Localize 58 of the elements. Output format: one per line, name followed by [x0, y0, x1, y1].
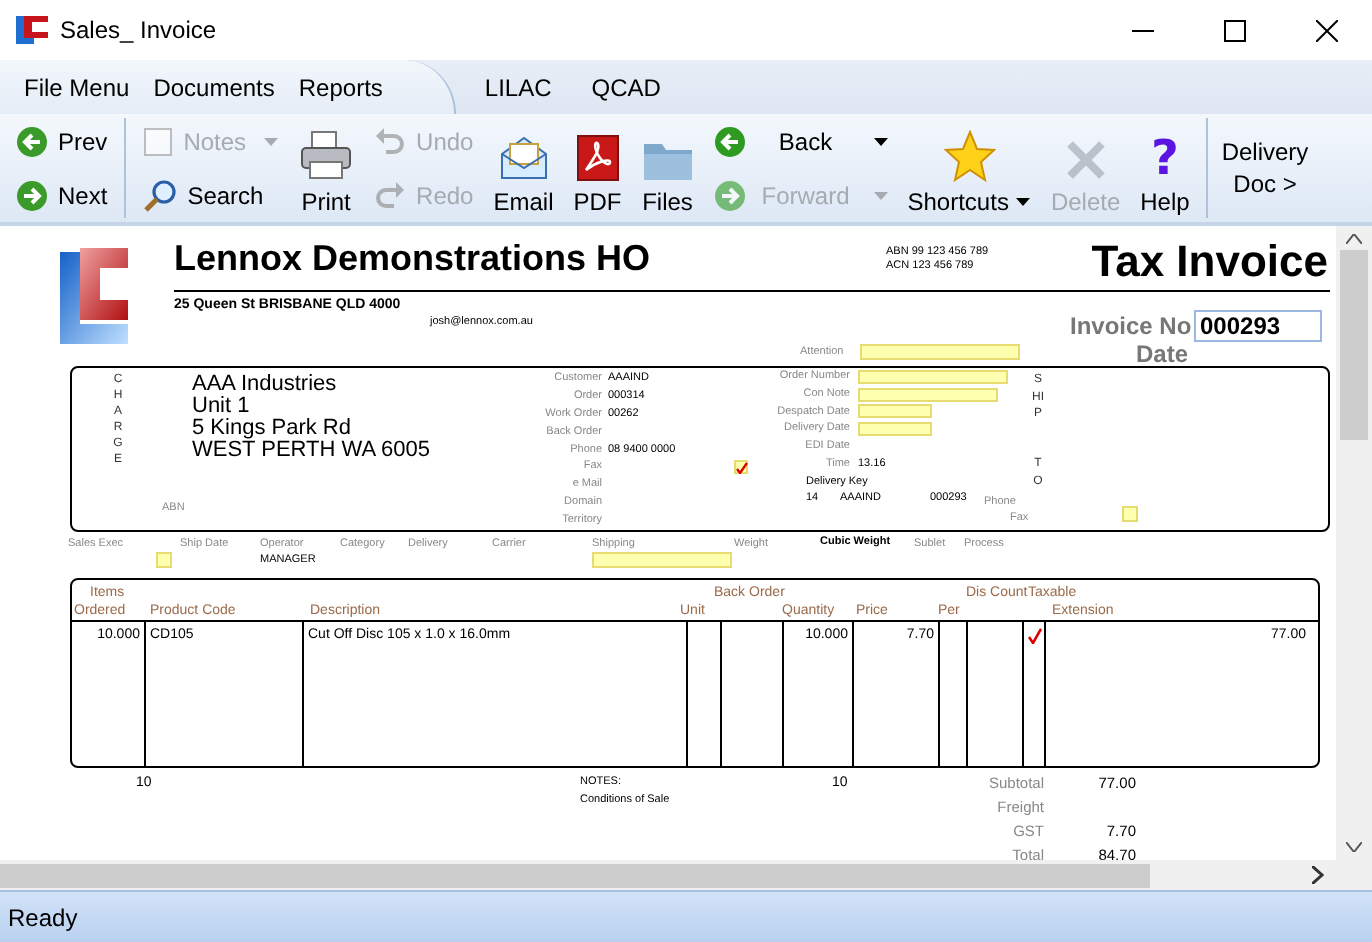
scroll-thumb[interactable]	[0, 864, 1150, 888]
input-field[interactable]	[858, 387, 998, 402]
button-label: Forward	[759, 181, 852, 209]
invoice-number-field: 000293	[1194, 310, 1322, 342]
input-field[interactable]	[858, 369, 1008, 384]
input-field[interactable]	[156, 552, 172, 568]
customer-address-line: WEST PERTH WA 6005	[192, 440, 431, 462]
fax-field[interactable]	[1122, 506, 1138, 522]
close-icon	[1315, 19, 1337, 41]
menu-item[interactable]: Reports	[286, 73, 395, 101]
delivery-doc-button[interactable]: Delivery Doc >	[1213, 114, 1317, 222]
note-icon	[141, 125, 174, 157]
files-button[interactable]: Files	[631, 114, 704, 222]
scroll-up-icon	[1346, 234, 1362, 244]
maximize-icon	[1223, 19, 1245, 41]
search-icon	[141, 177, 178, 213]
input-field[interactable]	[858, 404, 932, 419]
document-title: Tax Invoice	[1091, 236, 1328, 288]
invoice-number-label: Invoice No	[1070, 312, 1192, 340]
menu-item[interactable]: QCAD	[579, 73, 673, 101]
horizontal-scrollbar[interactable]	[0, 860, 1372, 890]
help-button[interactable]: ? Help	[1130, 114, 1200, 222]
folder-icon	[641, 138, 694, 182]
pdf-file-icon	[575, 134, 620, 182]
vertical-scrollbar[interactable]	[1336, 226, 1372, 860]
undo-icon	[374, 125, 407, 157]
search-button[interactable]: Search	[137, 171, 283, 219]
customer-address-line: Unit 1	[192, 396, 252, 418]
cross-icon	[1063, 138, 1108, 182]
scroll-right-icon	[1312, 866, 1324, 884]
redo-icon	[374, 179, 407, 211]
prev-button[interactable]: Prev	[12, 117, 112, 165]
company-name: Lennox Demonstrations HO	[174, 238, 651, 280]
back-button[interactable]: Back	[709, 117, 892, 165]
scroll-thumb[interactable]	[1340, 250, 1368, 440]
button-label: Back	[776, 127, 835, 155]
printer-icon	[298, 130, 355, 182]
print-button[interactable]: Print	[288, 114, 365, 222]
menu-item[interactable]: File Menu	[12, 73, 142, 101]
customer-address-line: 5 Kings Park Rd	[192, 418, 353, 440]
menu-item[interactable]: LILAC	[472, 73, 564, 101]
checkbox[interactable]	[734, 459, 748, 474]
window-title: Sales_ Invoice	[60, 16, 217, 44]
app-icon	[16, 14, 48, 46]
date-label: Date	[1136, 340, 1189, 368]
scroll-down-icon	[1346, 842, 1362, 852]
star-icon	[943, 130, 996, 182]
pdf-button[interactable]: PDF	[563, 114, 632, 222]
status-text: Ready	[8, 903, 78, 931]
envelope-icon	[497, 134, 550, 182]
company-logo	[60, 248, 128, 344]
next-button[interactable]: Next	[12, 171, 112, 219]
customer-address-line: AAA Industries	[192, 374, 339, 396]
menu-item[interactable]: Documents	[141, 73, 287, 101]
shortcuts-button[interactable]: Shortcuts	[897, 114, 1041, 222]
input-field[interactable]	[592, 552, 732, 568]
email-button[interactable]: Email	[483, 114, 564, 222]
input-field[interactable]	[858, 421, 932, 436]
